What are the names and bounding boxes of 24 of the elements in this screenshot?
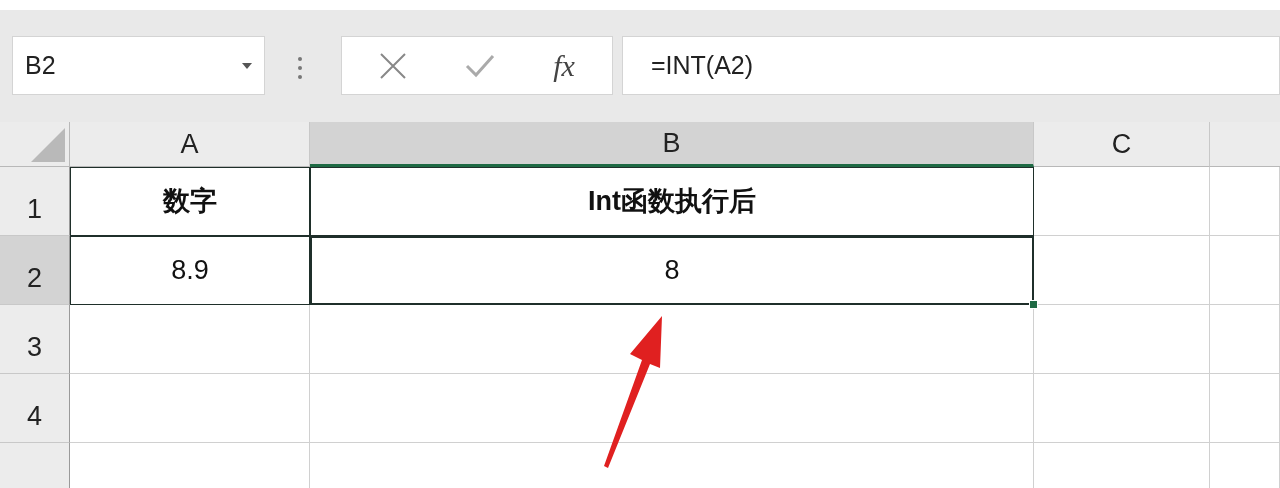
cell-reference: B2	[25, 49, 56, 81]
grid-cell	[1210, 167, 1280, 236]
table-cell: Int函数执行后	[310, 167, 1034, 236]
check-icon[interactable]	[465, 53, 496, 78]
row-header[interactable]: 1	[0, 167, 70, 236]
more-options-icon[interactable]	[297, 56, 303, 80]
grid-cell	[1210, 305, 1280, 374]
insert-function-button[interactable]: fx	[553, 50, 575, 81]
table-cell: 数字	[70, 167, 310, 236]
row-header[interactable]: 4	[0, 374, 70, 443]
name-box[interactable]: B2	[12, 36, 265, 95]
table-cell: 8.9	[70, 236, 310, 305]
cancel-icon[interactable]	[379, 51, 408, 80]
column-header[interactable]: B	[310, 122, 1034, 167]
formula-field[interactable]: =INT(A2)	[622, 36, 1280, 95]
row-header[interactable]: 2	[0, 236, 70, 305]
column-header[interactable]: A	[70, 122, 310, 167]
formula-text: =INT(A2)	[651, 49, 754, 81]
grid-cell	[1210, 374, 1280, 443]
grid-cell	[1210, 236, 1280, 305]
row-header[interactable]: 3	[0, 305, 70, 374]
fill-handle[interactable]	[1029, 300, 1038, 309]
dropdown-caret-icon[interactable]	[242, 62, 252, 69]
column-header[interactable]: C	[1034, 122, 1210, 167]
